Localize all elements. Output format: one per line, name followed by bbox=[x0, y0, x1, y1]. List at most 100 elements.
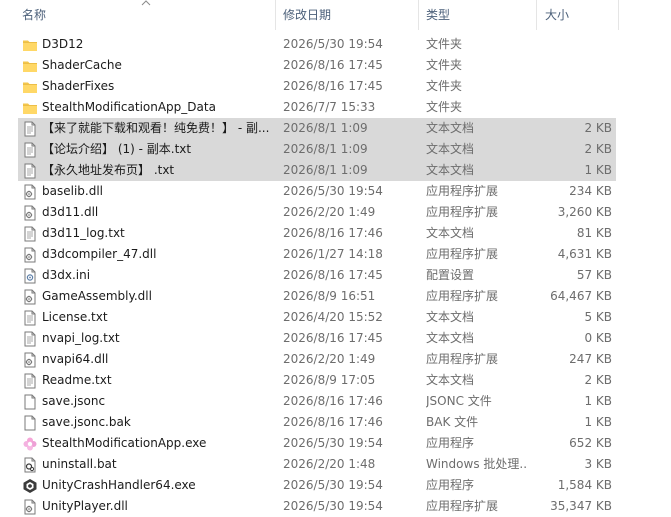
file-modified-date: 2026/7/7 15:33 bbox=[283, 100, 376, 114]
dll-file-icon bbox=[22, 289, 38, 305]
file-row[interactable]: Readme.txt 2026/8/9 17:05 文本文档 2 KB bbox=[0, 370, 671, 391]
file-row[interactable]: 【来了就能下载和观看！纯免费！】 - 副... 2026/8/1 1:09 文本文档… bbox=[0, 118, 671, 139]
folder-icon bbox=[22, 58, 38, 74]
text-file-icon bbox=[22, 310, 38, 326]
file-row[interactable]: save.jsonc 2026/8/16 17:46 JSONC 文件 1 KB bbox=[0, 391, 671, 412]
column-divider[interactable] bbox=[275, 0, 276, 30]
file-type: 文本文档 bbox=[426, 142, 475, 156]
file-size: 2 KB bbox=[584, 373, 612, 387]
file-name: baselib.dll bbox=[42, 184, 103, 198]
file-modified-date: 2026/8/16 17:45 bbox=[283, 268, 383, 282]
file-row[interactable]: baselib.dll 2026/5/30 19:54 应用程序扩展 234 KB bbox=[0, 181, 671, 202]
file-name: 【论坛介绍】 (1) - 副本.txt bbox=[42, 142, 192, 156]
file-size: 234 KB bbox=[569, 184, 612, 198]
file-name: GameAssembly.dll bbox=[42, 289, 152, 303]
column-divider[interactable] bbox=[536, 0, 537, 30]
file-size: 57 KB bbox=[576, 268, 612, 282]
file-name: uninstall.bat bbox=[42, 457, 117, 471]
file-name: save.jsonc.bak bbox=[42, 415, 131, 429]
file-modified-date: 2026/8/16 17:46 bbox=[283, 394, 383, 408]
column-header-bar: 名称 修改日期 类型 大小 bbox=[0, 0, 671, 30]
file-modified-date: 2026/2/20 1:49 bbox=[283, 352, 376, 366]
file-size: 1 KB bbox=[584, 394, 612, 408]
folder-icon bbox=[22, 79, 38, 95]
text-file-icon bbox=[22, 142, 38, 158]
file-row[interactable]: 【论坛介绍】 (1) - 副本.txt 2026/8/1 1:09 文本文档 2 KB bbox=[0, 139, 671, 160]
column-header-name[interactable]: 名称 bbox=[22, 6, 46, 24]
file-row[interactable]: ShaderFixes 2026/8/16 17:45 文件夹 bbox=[0, 76, 671, 97]
sort-ascending-icon bbox=[141, 0, 151, 6]
file-type: BAK 文件 bbox=[426, 415, 479, 429]
file-type: Windows 批处理... bbox=[426, 457, 526, 471]
file-type: JSONC 文件 bbox=[426, 394, 492, 408]
app-flower-icon bbox=[22, 436, 38, 452]
text-file-icon bbox=[22, 331, 38, 347]
column-header-type[interactable]: 类型 bbox=[426, 6, 450, 24]
file-size bbox=[530, 97, 612, 118]
file-row[interactable]: d3dx.ini 2026/8/16 17:45 配置设置 57 KB bbox=[0, 265, 671, 286]
file-name: nvapi64.dll bbox=[42, 352, 109, 366]
file-row[interactable]: License.txt 2026/4/20 15:52 文本文档 5 KB bbox=[0, 307, 671, 328]
file-type: 文本文档 bbox=[426, 331, 475, 345]
file-size: 81 KB bbox=[576, 226, 612, 240]
file-modified-date: 2026/5/30 19:54 bbox=[283, 37, 383, 51]
folder-icon bbox=[22, 100, 38, 116]
file-row[interactable]: StealthModificationApp.exe 2026/5/30 19:5… bbox=[0, 433, 671, 454]
file-modified-date: 2026/8/16 17:46 bbox=[283, 415, 383, 429]
file-size bbox=[530, 55, 612, 76]
file-modified-date: 2026/8/16 17:45 bbox=[283, 79, 383, 93]
file-type: 应用程序扩展 bbox=[426, 184, 499, 198]
dll-file-icon bbox=[22, 247, 38, 263]
file-size: 4,631 KB bbox=[557, 247, 612, 261]
column-header-date[interactable]: 修改日期 bbox=[283, 6, 331, 24]
file-row[interactable]: GameAssembly.dll 2026/8/9 16:51 应用程序扩展 64,4… bbox=[0, 286, 671, 307]
file-row[interactable]: StealthModificationApp_Data 2026/7/7 15:3… bbox=[0, 97, 671, 118]
column-divider[interactable] bbox=[418, 0, 419, 30]
file-type: 文本文档 bbox=[426, 373, 475, 387]
file-name: d3d11_log.txt bbox=[42, 226, 125, 240]
file-type: 应用程序扩展 bbox=[426, 247, 499, 261]
file-row[interactable]: UnityCrashHandler64.exe 2026/5/30 19:54 应用… bbox=[0, 475, 671, 496]
file-modified-date: 2026/8/16 17:45 bbox=[283, 331, 383, 345]
file-type: 应用程序 bbox=[426, 436, 475, 450]
file-type: 文件夹 bbox=[426, 58, 463, 72]
file-row[interactable]: d3dcompiler_47.dll 2026/1/27 14:18 应用程序扩展 4… bbox=[0, 244, 671, 265]
file-name: d3d11.dll bbox=[42, 205, 99, 219]
text-file-icon bbox=[22, 226, 38, 242]
text-file-icon bbox=[22, 373, 38, 389]
file-modified-date: 2026/2/20 1:48 bbox=[283, 457, 376, 471]
file-modified-date: 2026/8/1 1:09 bbox=[283, 163, 368, 177]
file-type: 文件夹 bbox=[426, 100, 463, 114]
file-row[interactable]: d3d11.dll 2026/2/20 1:49 应用程序扩展 3,260 KB bbox=[0, 202, 671, 223]
file-modified-date: 2026/5/30 19:54 bbox=[283, 184, 383, 198]
file-name: StealthModificationApp_Data bbox=[42, 100, 216, 114]
file-row[interactable]: D3D12 2026/5/30 19:54 文件夹 bbox=[0, 34, 671, 55]
column-divider[interactable] bbox=[618, 0, 619, 30]
file-type: 应用程序扩展 bbox=[426, 289, 499, 303]
file-size: 1 KB bbox=[584, 163, 612, 177]
file-type: 应用程序扩展 bbox=[426, 205, 499, 219]
file-row[interactable]: save.jsonc.bak 2026/8/16 17:46 BAK 文件 1 KB bbox=[0, 412, 671, 433]
file-name: save.jsonc bbox=[42, 394, 106, 408]
file-name: StealthModificationApp.exe bbox=[42, 436, 207, 450]
file-modified-date: 2026/8/16 17:46 bbox=[283, 226, 383, 240]
column-header-size[interactable]: 大小 bbox=[545, 6, 569, 24]
file-type: 文件夹 bbox=[426, 79, 463, 93]
file-modified-date: 2026/8/1 1:09 bbox=[283, 142, 368, 156]
file-name: ShaderCache bbox=[42, 58, 122, 72]
file-row[interactable]: nvapi64.dll 2026/2/20 1:49 应用程序扩展 247 KB bbox=[0, 349, 671, 370]
file-row[interactable]: 【永久地址发布页】 .txt 2026/8/1 1:09 文本文档 1 KB bbox=[0, 160, 671, 181]
file-modified-date: 2026/5/30 19:54 bbox=[283, 478, 383, 492]
file-row[interactable]: ShaderCache 2026/8/16 17:45 文件夹 bbox=[0, 55, 671, 76]
file-name: D3D12 bbox=[42, 37, 84, 51]
file-type: 文本文档 bbox=[426, 163, 475, 177]
file-name: nvapi_log.txt bbox=[42, 331, 120, 345]
file-modified-date: 2026/8/9 16:51 bbox=[283, 289, 376, 303]
blank-file-icon bbox=[22, 394, 38, 410]
file-row[interactable]: uninstall.bat 2026/2/20 1:48 Windows 批处理..… bbox=[0, 454, 671, 475]
file-row[interactable]: d3d11_log.txt 2026/8/16 17:46 文本文档 81 KB bbox=[0, 223, 671, 244]
file-row[interactable]: nvapi_log.txt 2026/8/16 17:45 文本文档 0 KB bbox=[0, 328, 671, 349]
file-size bbox=[530, 34, 612, 55]
file-type: 应用程序 bbox=[426, 478, 475, 492]
file-name: 【永久地址发布页】 .txt bbox=[42, 163, 175, 177]
